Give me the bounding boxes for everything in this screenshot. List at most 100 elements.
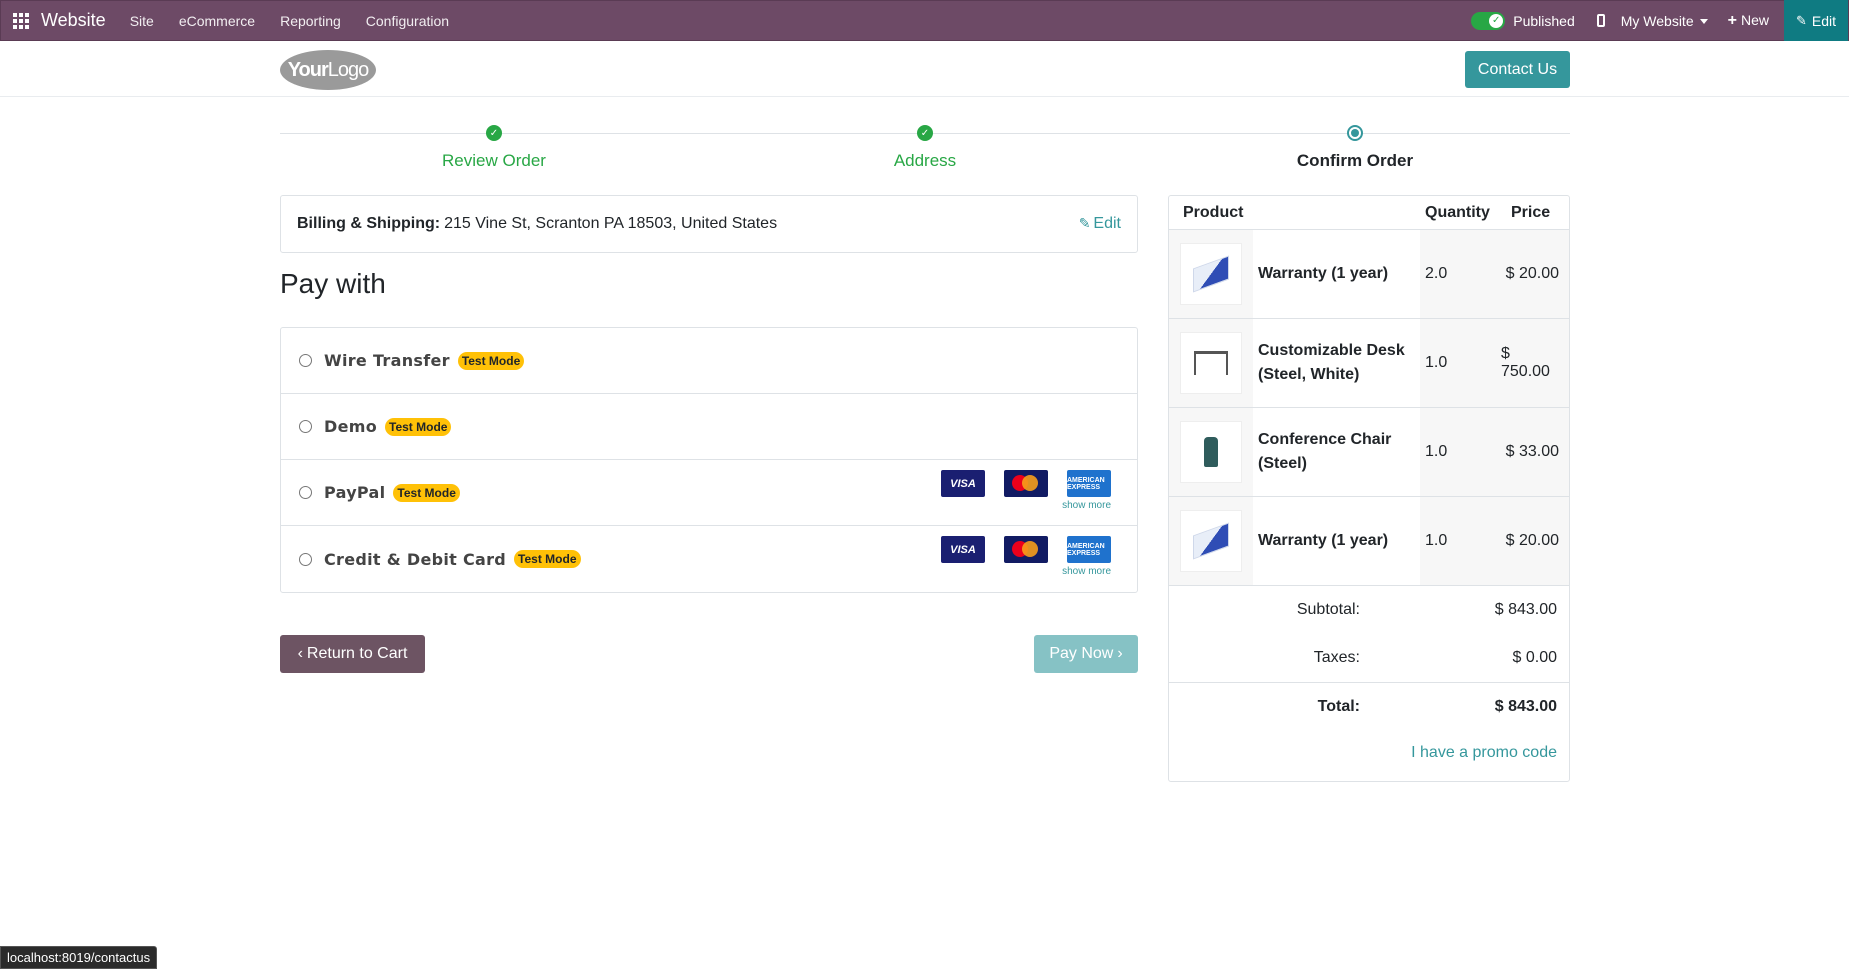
- caret-down-icon: [1699, 19, 1708, 25]
- wizard-step-address[interactable]: ✓ Address: [825, 125, 1025, 171]
- summary-header-row: Product Quantity Price: [1169, 196, 1569, 230]
- payment-method-wire-transfer[interactable]: Wire Transfer Test Mode: [281, 328, 1137, 394]
- chevron-left-icon: ‹: [297, 645, 303, 662]
- payment-methods-list: Wire Transfer Test Mode Demo Test Mode P…: [280, 327, 1138, 593]
- return-to-cart-button[interactable]: ‹ Return to Cart: [280, 635, 425, 673]
- payment-method-name: Demo: [324, 417, 377, 436]
- admin-navbar: Website Site eCommerce Reporting Configu…: [0, 0, 1849, 41]
- website-switcher[interactable]: My Website: [1621, 13, 1708, 29]
- menu-reporting[interactable]: Reporting: [280, 13, 341, 29]
- product-thumbnail: [1180, 421, 1242, 483]
- mastercard-icon: [1004, 470, 1048, 497]
- menu-ecommerce[interactable]: eCommerce: [179, 13, 255, 29]
- pencil-icon: ✎: [1795, 12, 1807, 28]
- edit-button-label: Edit: [1811, 12, 1836, 29]
- payment-method-name: Credit & Debit Card: [324, 549, 507, 569]
- check-circle-icon: ✓: [917, 125, 933, 141]
- wizard-step-label: Address: [893, 151, 957, 170]
- visa-icon: VISA: [941, 536, 985, 563]
- edit-address-label: Edit: [1093, 215, 1121, 232]
- line-quantity: 1.0: [1420, 497, 1501, 585]
- line-product-name: Customizable Desk (Steel, White): [1258, 342, 1405, 383]
- order-totals: Subtotal: $ 843.00 Taxes: $ 0.00 Total: …: [1169, 586, 1569, 762]
- order-summary: Product Quantity Price Warranty (1 year)…: [1168, 195, 1570, 782]
- logo-text-light: Logo: [327, 58, 369, 81]
- line-quantity: 2.0: [1420, 230, 1501, 318]
- return-to-cart-label: Return to Cart: [306, 645, 408, 662]
- pay-with-title: Pay with: [280, 268, 386, 299]
- show-more-link[interactable]: show more: [941, 566, 1111, 577]
- plus-icon: +: [1727, 11, 1737, 29]
- line-product-name: Warranty (1 year): [1258, 532, 1389, 549]
- subtotal-label: Subtotal:: [1296, 601, 1360, 618]
- site-logo[interactable]: Your Logo: [280, 50, 376, 90]
- line-quantity: 1.0: [1420, 319, 1501, 407]
- subtotal-row: Subtotal: $ 843.00: [1169, 586, 1569, 634]
- line-price: $ 20.00: [1501, 497, 1569, 585]
- mastercard-icon: [1004, 536, 1048, 563]
- wizard-step-confirm-order: Confirm Order: [1255, 125, 1455, 171]
- product-thumbnail: [1180, 510, 1242, 572]
- radio-button[interactable]: [299, 486, 312, 499]
- wizard-step-label: Review Order: [442, 151, 546, 170]
- menu-site[interactable]: Site: [130, 13, 154, 29]
- radio-button[interactable]: [299, 354, 312, 367]
- taxes-row: Taxes: $ 0.00: [1169, 634, 1569, 682]
- total-value: $ 843.00: [1494, 697, 1557, 715]
- payment-method-name: PayPal: [324, 483, 386, 502]
- amex-icon: AMERICAN EXPRESS: [1067, 470, 1111, 497]
- radio-button[interactable]: [299, 552, 312, 566]
- edit-icon: ✎: [1078, 215, 1091, 231]
- published-toggle[interactable]: ✓: [1471, 11, 1506, 30]
- test-mode-badge: Test Mode: [457, 351, 525, 370]
- test-mode-badge: Test Mode: [514, 550, 581, 568]
- order-line: Warranty (1 year) 1.0 $ 20.00: [1169, 497, 1569, 586]
- current-step-icon: [1347, 125, 1363, 141]
- line-price: $ 33.00: [1501, 408, 1569, 496]
- billing-label: Billing & Shipping:: [297, 215, 441, 232]
- subtotal-value: $ 843.00: [1494, 601, 1557, 618]
- show-more-link[interactable]: show more: [941, 500, 1111, 511]
- mobile-preview-icon[interactable]: [1596, 14, 1605, 27]
- pay-now-button[interactable]: Pay Now ›: [1034, 635, 1138, 673]
- order-line: Warranty (1 year) 2.0 $ 20.00: [1169, 230, 1569, 319]
- status-bar-url: localhost:8019/contactus: [0, 946, 158, 969]
- edit-button[interactable]: ✎ Edit: [1783, 0, 1848, 41]
- desk-icon: [1194, 351, 1228, 375]
- test-mode-badge: Test Mode: [385, 417, 452, 436]
- new-button[interactable]: + New: [1728, 12, 1769, 30]
- payment-method-paypal[interactable]: PayPal Test Mode VISA AMERICAN EXPRESS s…: [281, 460, 1137, 526]
- header-quantity: Quantity: [1425, 203, 1490, 221]
- test-mode-badge: Test Mode: [393, 483, 460, 502]
- total-label: Total:: [1317, 697, 1360, 715]
- payment-method-card[interactable]: Credit & Debit Card Test Mode VISA AMERI…: [281, 526, 1137, 592]
- card-brands: VISA AMERICAN EXPRESS show more: [941, 470, 1111, 511]
- menu-configuration[interactable]: Configuration: [366, 13, 449, 29]
- chevron-right-icon: ›: [1117, 645, 1123, 662]
- check-circle-icon: ✓: [486, 125, 502, 141]
- contact-us-button[interactable]: Contact Us: [1465, 51, 1570, 88]
- edit-address-link[interactable]: ✎ Edit: [1079, 215, 1121, 233]
- box-icon: [1193, 522, 1229, 560]
- taxes-label: Taxes:: [1313, 649, 1360, 666]
- app-brand[interactable]: Website: [41, 10, 106, 31]
- apps-menu-icon[interactable]: [1, 0, 41, 41]
- line-price: $ 20.00: [1501, 230, 1569, 318]
- line-price: $ 750.00: [1501, 319, 1569, 407]
- box-icon: [1193, 255, 1229, 293]
- wizard-step-label: Confirm Order: [1296, 151, 1414, 170]
- amex-icon: AMERICAN EXPRESS: [1067, 536, 1111, 563]
- card-brands: VISA AMERICAN EXPRESS show more: [941, 536, 1111, 577]
- visa-icon: VISA: [941, 470, 985, 497]
- payment-method-demo[interactable]: Demo Test Mode: [281, 394, 1137, 460]
- wizard-step-review-order[interactable]: ✓ Review Order: [394, 125, 594, 171]
- check-icon: ✓: [1489, 13, 1504, 28]
- billing-shipping-card: Billing & Shipping: 215 Vine St, Scranto…: [280, 195, 1138, 253]
- radio-button[interactable]: [299, 420, 312, 433]
- promo-code-link[interactable]: I have a promo code: [1169, 744, 1569, 762]
- payment-method-name: Wire Transfer: [324, 351, 450, 370]
- new-button-label: New: [1740, 11, 1769, 28]
- product-thumbnail: [1180, 243, 1242, 305]
- order-line: Conference Chair (Steel) 1.0 $ 33.00: [1169, 408, 1569, 497]
- chair-icon: [1204, 437, 1218, 467]
